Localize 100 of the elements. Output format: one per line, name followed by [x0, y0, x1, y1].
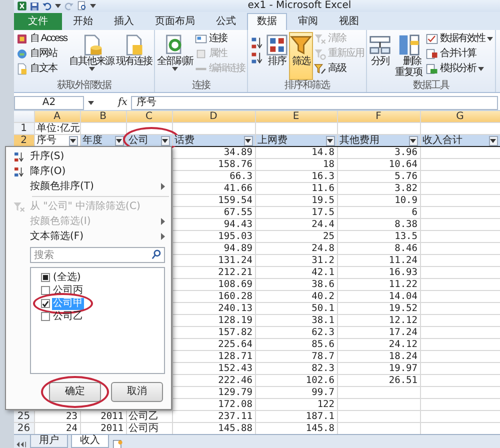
column-header[interactable]: C [146, 111, 152, 122]
ribbon-tab[interactable]: 视图 [329, 13, 369, 30]
table-cell: 31.2 [312, 255, 334, 266]
table-cell: 19.97 [388, 363, 418, 374]
ribbon-button[interactable]: 连接 [194, 32, 246, 46]
table-cell: 24.4 [312, 219, 334, 230]
ribbon-tab[interactable]: 数据 [247, 13, 287, 30]
filter-dropdown-button[interactable] [488, 136, 498, 146]
ribbon-button[interactable]: 排序 [265, 32, 290, 80]
column-header[interactable]: F [376, 111, 382, 122]
ribbon-tab[interactable]: 开始 [63, 13, 103, 30]
filter-dropdown-button[interactable] [68, 136, 78, 146]
list-item[interactable]: 公司乙 [52, 310, 84, 322]
ribbon-button[interactable]: 模拟分析 [425, 62, 494, 76]
ribbon-button[interactable]: 全部刷新 [156, 32, 194, 80]
submenu-arrow-icon [161, 233, 165, 240]
table-cell: 17.24 [388, 327, 418, 338]
ribbon-tab[interactable]: 审阅 [288, 13, 328, 30]
table-cell: 78.7 [312, 351, 334, 362]
caret-icon [487, 37, 494, 41]
caret-icon [245, 138, 251, 142]
advanced-filter-icon [314, 63, 326, 75]
ribbon-tab[interactable]: 页面布局 [145, 13, 205, 30]
ribbon-button[interactable]: 自网站 [15, 47, 68, 61]
file-tab[interactable]: 文件 [14, 13, 62, 30]
filter-dropdown-button[interactable] [408, 136, 418, 146]
undo-icon [42, 1, 52, 11]
filter-dropdown-button[interactable] [326, 136, 334, 146]
table-cell: 10.9 [394, 195, 418, 206]
menu-item[interactable]: 按颜色排序(T) [8, 179, 169, 194]
column-header[interactable]: B [100, 111, 106, 122]
table-cell: 18.24 [388, 351, 418, 362]
table-cell: 152.43 [218, 363, 252, 374]
menu-item[interactable]: 降序(O) [8, 164, 169, 179]
table-cell: 6 [412, 207, 418, 218]
caret-icon [88, 67, 95, 71]
ribbon-button[interactable]: 自其他来源 [68, 32, 116, 80]
table-cell: 212.21 [218, 267, 252, 278]
table-cell: 108.69 [218, 279, 252, 290]
name-box[interactable]: A2 [14, 96, 84, 110]
table-cell: 240.13 [218, 303, 252, 314]
filter-dropdown-button[interactable] [114, 136, 124, 146]
sort-descending-icon [250, 51, 264, 65]
checkbox[interactable] [41, 312, 50, 321]
ribbon-tab[interactable]: 公式 [206, 13, 246, 30]
reapply-filter-icon [314, 48, 326, 60]
dialog-button[interactable]: 确定 [49, 382, 101, 402]
ribbon-button[interactable]: 删除重复项 [392, 32, 426, 80]
table-cell: 160.28 [218, 291, 252, 302]
ribbon-button[interactable]: 筛选 [289, 32, 314, 80]
table-cell: 40.2 [312, 291, 334, 302]
sort-ascending-icon [250, 36, 264, 50]
ribbon-button[interactable]: 高级 [313, 62, 366, 76]
filter-dropdown-button[interactable] [160, 136, 170, 146]
checkbox[interactable] [41, 273, 50, 282]
ribbon-button[interactable]: 现有连接 [115, 32, 154, 80]
table-cell: 16.3 [312, 171, 334, 182]
table-cell: 82.3 [312, 363, 334, 374]
ribbon-button[interactable]: 自文本 [15, 62, 68, 76]
table-cell: 24.8 [312, 243, 334, 254]
ribbon-button[interactable]: 自 Access [15, 32, 68, 46]
menu-item[interactable]: 升序(S) [8, 149, 169, 164]
table-cell: 128.71 [218, 351, 252, 362]
table-cell: 10.64 [388, 159, 418, 170]
filter-dropdown-button[interactable] [244, 136, 252, 146]
sheet-navigation-icon [16, 439, 27, 448]
caret-icon [327, 138, 333, 142]
ribbon-button[interactable]: 数据有效性 [425, 32, 494, 46]
search-field[interactable]: 搜索 [30, 247, 165, 263]
checkbox[interactable] [41, 299, 50, 308]
ribbon-button[interactable]: 分列 [368, 32, 392, 80]
table-cell: 158.76 [218, 159, 252, 170]
document-icon [16, 63, 28, 75]
ribbon-tab[interactable]: 插入 [104, 13, 144, 30]
formula-field[interactable]: 序号 [131, 96, 498, 110]
table-cell: 195.03 [218, 231, 252, 242]
ribbon-button[interactable]: 合并计算 [425, 47, 494, 61]
submenu-arrow-icon [161, 218, 165, 225]
globe-icon [16, 48, 28, 60]
table-cell: 24.12 [388, 339, 418, 350]
column-header[interactable]: G [456, 111, 464, 122]
table-cell: 16.93 [388, 267, 418, 278]
menu-item[interactable]: 文本筛选(F) [8, 229, 169, 244]
sheet-tab[interactable]: 收入 [71, 435, 109, 448]
table-cell: 23 [66, 411, 78, 422]
group-label: 数据工具 [413, 80, 450, 91]
table-cell: 145.8 [306, 423, 334, 434]
caret-icon [70, 138, 76, 142]
dialog-button[interactable]: 取消 [111, 382, 163, 402]
table-cell: 157.82 [218, 327, 252, 338]
list-item[interactable]: (全选) [52, 272, 82, 284]
column-header[interactable]: A [54, 111, 60, 122]
column-header[interactable]: D [210, 111, 218, 122]
sheet-tab[interactable]: 用户 [30, 435, 68, 448]
table-cell: 94.89 [224, 243, 252, 254]
column-header[interactable]: E [292, 111, 300, 122]
checkbox[interactable] [41, 286, 50, 295]
function-label[interactable]: fx [118, 96, 128, 108]
table-cell: 5.76 [394, 171, 418, 182]
table-cell: 25 [323, 231, 334, 242]
